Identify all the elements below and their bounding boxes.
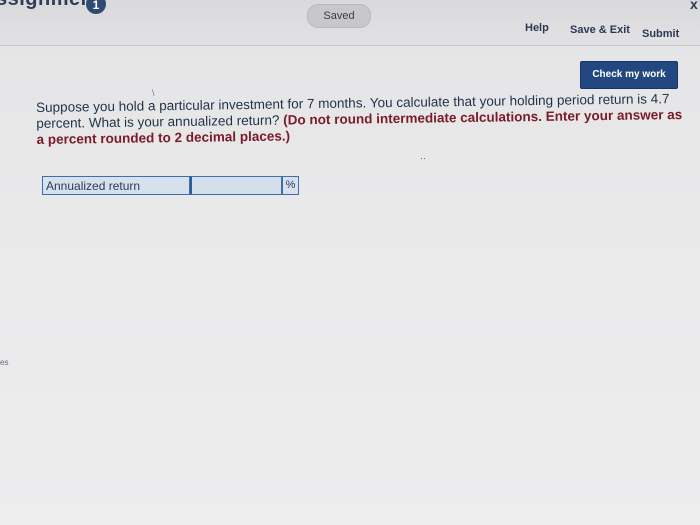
decorative-dots: ·· [420, 153, 426, 163]
decorative-mark: \ [152, 88, 155, 98]
help-link[interactable]: Help [525, 22, 549, 34]
info-badge-icon[interactable]: 1 [86, 0, 106, 14]
annualized-return-input[interactable] [190, 176, 282, 195]
save-exit-link[interactable]: Save & Exit [570, 24, 630, 36]
saved-status-badge: Saved [307, 4, 371, 28]
side-mark: es [0, 358, 9, 367]
answer-row: Annualized return % [42, 176, 300, 197]
percent-unit: % [282, 176, 299, 195]
top-bar: ssignment 1 Saved Help Save & Exit Submi… [0, 0, 700, 46]
question-text: Suppose you hold a particular investment… [36, 91, 687, 148]
corner-mark: x [690, 0, 698, 12]
submit-link[interactable]: Submit [642, 28, 679, 40]
answer-label: Annualized return [42, 176, 190, 195]
check-my-work-button[interactable]: Check my work [580, 61, 678, 89]
